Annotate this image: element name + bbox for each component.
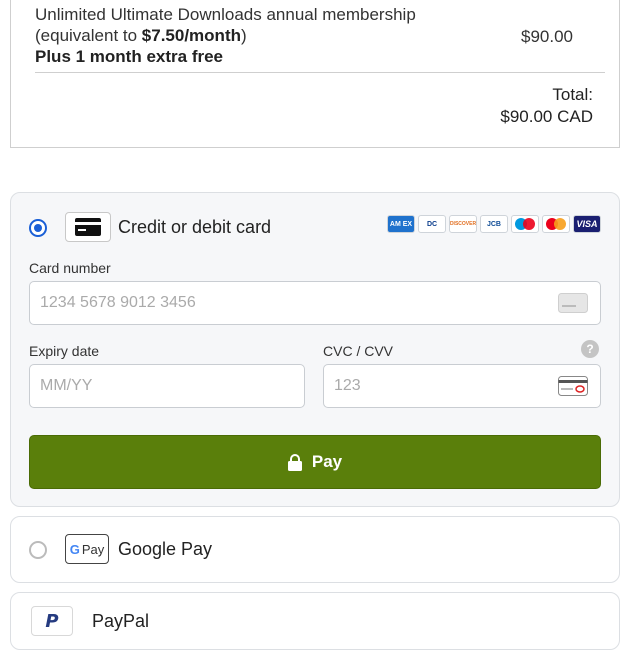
total-label: Total: <box>552 85 593 104</box>
order-total: Total: $90.00 CAD <box>500 84 593 128</box>
google-g-icon: G <box>69 541 80 557</box>
line-item-equivalent: (equivalent to $7.50/month) <box>35 25 475 46</box>
google-pay-option[interactable]: G Pay Google Pay <box>10 516 620 583</box>
amex-icon: AM EX <box>387 215 415 233</box>
line-item: Unlimited Ultimate Downloads annual memb… <box>35 4 605 67</box>
paypal-icon: P <box>31 606 73 636</box>
cvc-help-icon[interactable]: ? <box>581 340 599 358</box>
visa-icon: VISA <box>573 215 601 233</box>
card-radio[interactable] <box>29 219 47 237</box>
line-item-title: Unlimited Ultimate Downloads annual memb… <box>35 5 416 24</box>
equivalent-suffix: ) <box>241 26 247 45</box>
paypal-logo-letter: P <box>45 610 59 632</box>
paypal-label: PayPal <box>92 611 150 631</box>
google-pay-radio[interactable] <box>29 541 47 559</box>
paypal-option[interactable]: P PayPal <box>10 592 620 650</box>
expiry-input[interactable] <box>29 364 305 408</box>
card-number-label: Card number <box>29 260 111 276</box>
monthly-equivalent: $7.50/month <box>141 26 241 45</box>
line-item-description: Unlimited Ultimate Downloads annual memb… <box>35 4 475 67</box>
google-pay-label: Google Pay <box>118 539 213 559</box>
card-number-input[interactable] <box>29 281 601 325</box>
jcb-icon: JCB <box>480 215 508 233</box>
line-item-bonus: Plus 1 month extra free <box>35 47 224 66</box>
cvc-label: CVC / CVV <box>323 343 394 359</box>
total-value: $90.00 CAD <box>500 107 593 126</box>
summary-divider <box>35 72 605 73</box>
pay-button-label: Pay <box>311 452 343 471</box>
diners-club-icon: DC <box>418 215 446 233</box>
card-brands: AM EX DC DISCOVER JCB VISA <box>387 215 601 233</box>
maestro-icon <box>511 215 539 233</box>
google-pay-icon: G Pay <box>65 534 109 564</box>
card-placeholder-icon <box>558 293 588 318</box>
credit-card-icon <box>65 212 111 242</box>
mastercard-icon <box>542 215 570 233</box>
lock-icon <box>287 453 302 471</box>
line-item-price: $90.00 <box>521 27 573 46</box>
card-payment-option: Credit or debit card AM EX DC DISCOVER J… <box>10 192 620 507</box>
discover-icon: DISCOVER <box>449 215 477 233</box>
pay-button[interactable]: Pay <box>29 435 601 489</box>
google-pay-badge-text: Pay <box>81 541 105 557</box>
cvc-card-icon <box>558 376 588 401</box>
equivalent-prefix: (equivalent to <box>35 26 142 45</box>
expiry-label: Expiry date <box>29 343 100 359</box>
order-summary: Unlimited Ultimate Downloads annual memb… <box>10 0 620 148</box>
card-option-label: Credit or debit card <box>118 217 272 237</box>
